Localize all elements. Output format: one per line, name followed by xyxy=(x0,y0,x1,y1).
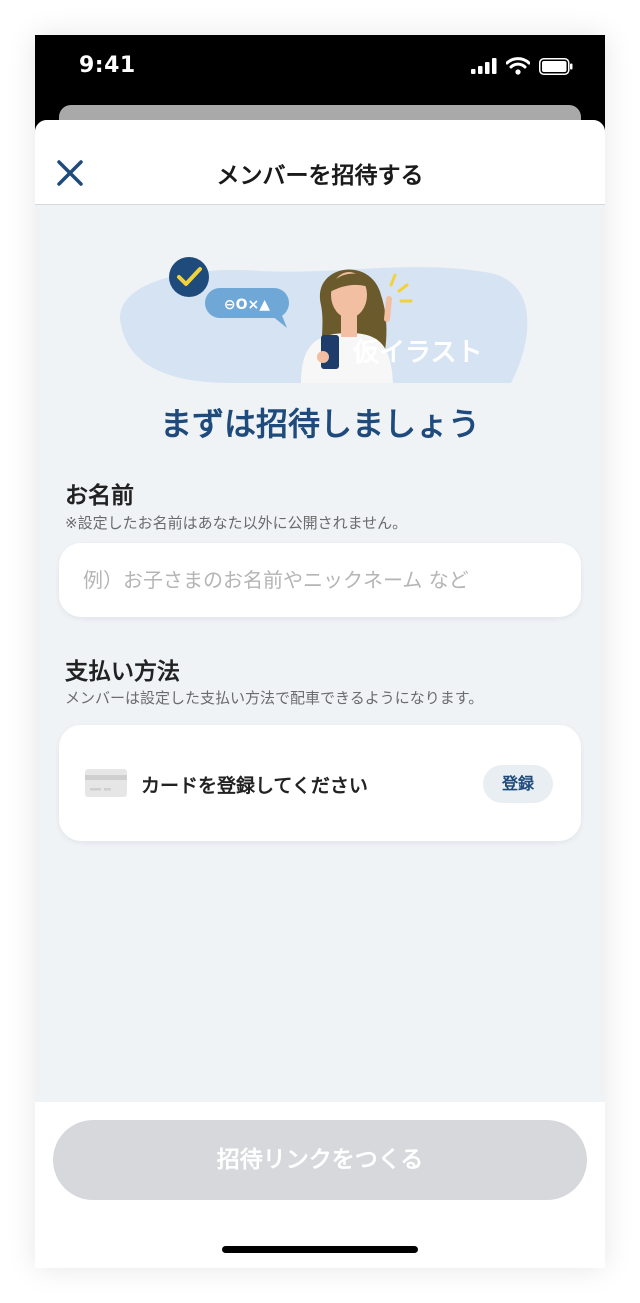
register-card-button[interactable]: 登録 xyxy=(483,765,553,803)
battery-icon xyxy=(539,57,573,75)
cellular-signal-icon xyxy=(471,58,497,74)
invite-member-sheet: メンバーを招待する ⊖O×▲ 仮イラスト まずは招待しましょう お名前 ※設定し… xyxy=(35,120,605,1268)
payment-section-note: メンバーは設定した支払い方法で配車できるようになります。 xyxy=(65,689,484,707)
footer-bar: 招待リンクをつくる xyxy=(35,1102,605,1268)
create-invite-link-button[interactable]: 招待リンクをつくる xyxy=(53,1120,587,1200)
credit-card-icon xyxy=(85,769,127,797)
hero-title: まずは招待しましょう xyxy=(159,405,480,443)
status-time: 9:41 xyxy=(79,53,136,78)
check-badge-icon xyxy=(169,257,209,297)
payment-card-row[interactable]: カードを登録してください 登録 xyxy=(59,725,581,841)
nav-bar: メンバーを招待する xyxy=(35,120,605,205)
illustration-placeholder-label: 仮イラスト xyxy=(353,338,483,368)
name-section-note: ※設定したお名前はあなた以外に公開されません。 xyxy=(65,514,408,532)
home-indicator xyxy=(222,1246,418,1253)
name-section-title: お名前 xyxy=(65,483,134,509)
status-icons xyxy=(471,57,573,75)
name-input[interactable] xyxy=(59,543,581,617)
phone-frame: 9:41 メンバーを招待する ⊖O×▲ 仮イラスト まずは招待しましょう お名前… xyxy=(35,35,605,1268)
payment-section-title: 支払い方法 xyxy=(65,659,180,685)
chat-bubble-text: ⊖O×▲ xyxy=(224,297,270,313)
wifi-icon xyxy=(506,57,530,75)
page-title: メンバーを招待する xyxy=(216,163,424,189)
status-bar: 9:41 xyxy=(35,35,605,97)
card-register-prompt: カードを登録してください xyxy=(141,775,368,797)
